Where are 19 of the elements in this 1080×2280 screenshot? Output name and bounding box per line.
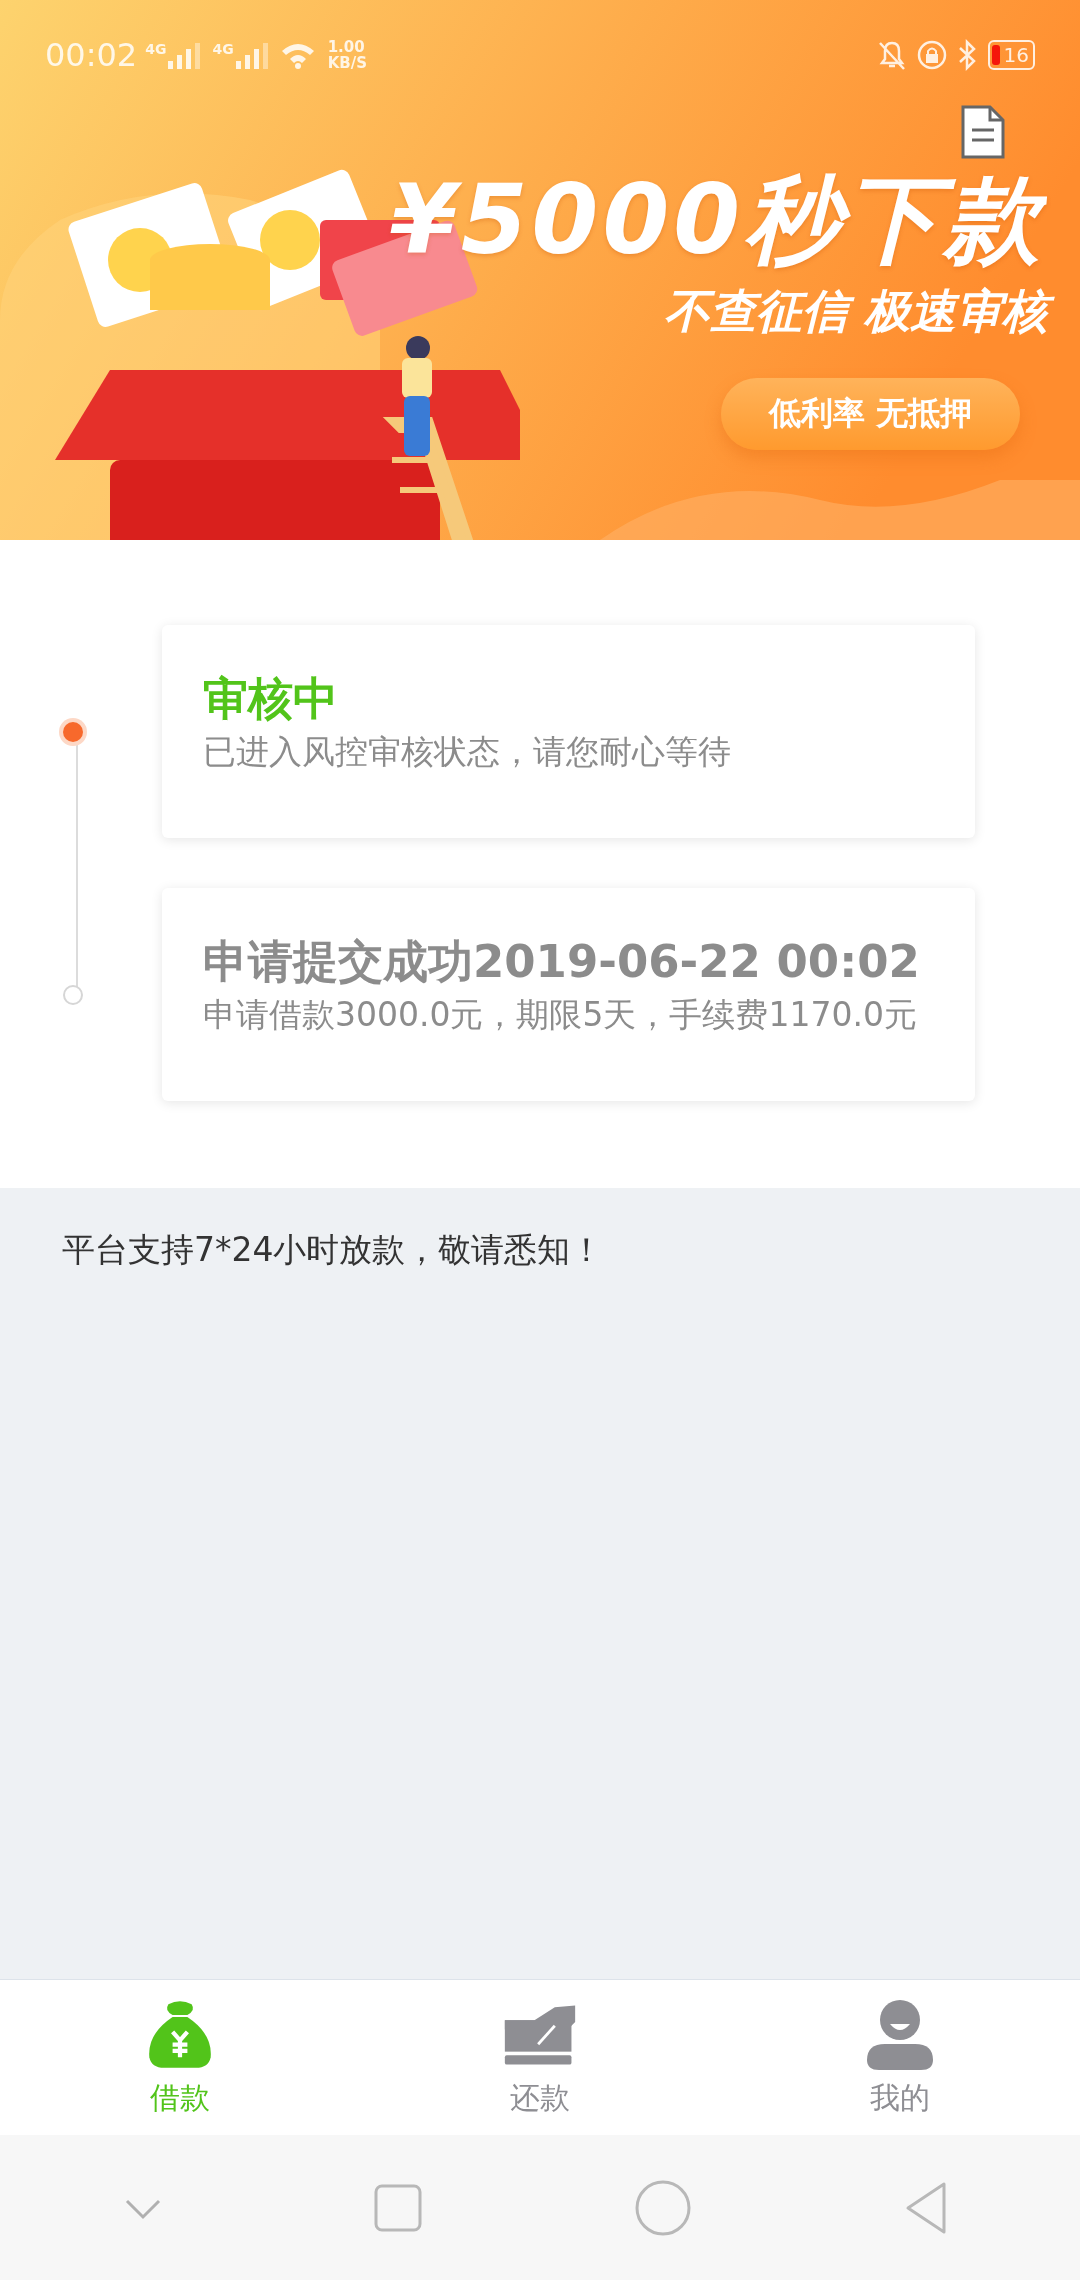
tab[interactable]: 还款 [360,1980,720,2135]
network-type: 4G [145,41,167,57]
banner-title: ¥5000秒下款 [390,162,1060,278]
status-title: 申请提交成功2019-06-22 00:02 [203,934,921,990]
status-time: 00:02 [45,36,138,74]
network-speed: 1.00 [327,39,366,55]
status-title: 审核中 [203,671,339,727]
network-type: 4G [212,41,234,57]
status-detail: 已进入风控审核状态，请您耐心等待 [203,731,732,773]
rotation-lock-icon [915,39,948,71]
notice-text: 平台支持7*24小时放款，敬请悉知！ [62,1230,604,1269]
tab[interactable]: 借款 [0,1980,360,2135]
banner-tag: 低利率 无抵押 [720,378,1020,450]
battery-icon: 16 [987,40,1035,70]
document-icon[interactable] [960,104,1006,160]
status-detail: 申请借款3000.0元，期限5天，手续费1170.0元 [203,994,918,1036]
tab[interactable]: 我的 [720,1980,1080,2135]
speed-unit: KB/S [327,55,368,71]
banner-subtitle: 不查征信 极速审核 [664,278,1060,344]
